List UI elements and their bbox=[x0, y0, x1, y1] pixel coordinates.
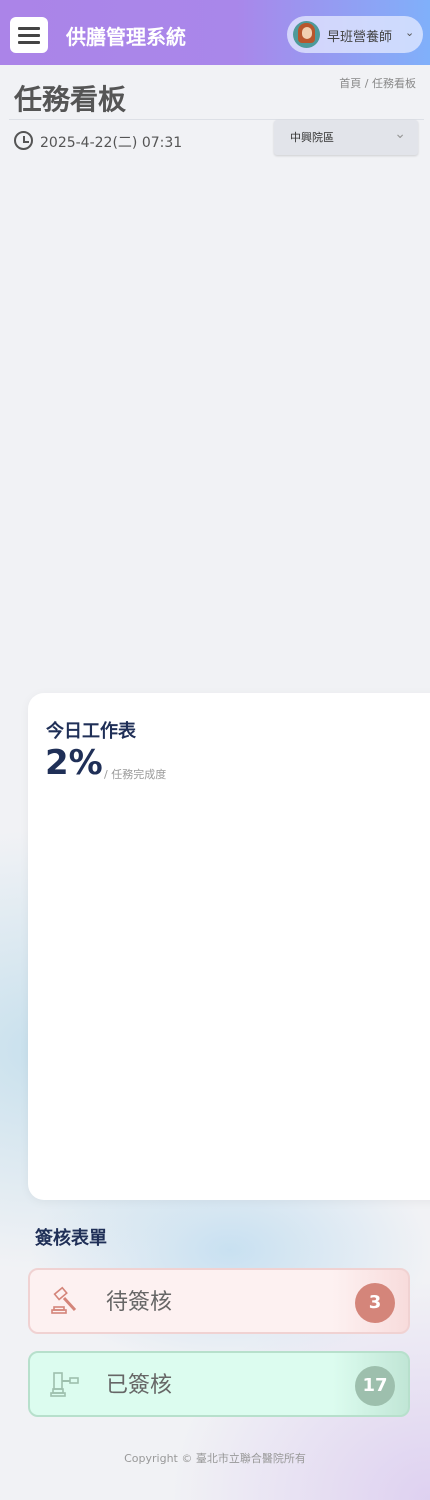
footer-copyright: Copyright © 臺北市立聯合醫院所有 bbox=[124, 1452, 306, 1465]
gavel-icon bbox=[51, 1286, 77, 1314]
pending-signoff-button[interactable]: 待簽核 3 bbox=[28, 1268, 410, 1334]
top-navbar: 供膳管理系統 早班營養師 ⌄ bbox=[0, 0, 430, 65]
menu-toggle-button[interactable] bbox=[10, 17, 48, 53]
user-menu[interactable]: 早班營養師 ⌄ bbox=[287, 16, 423, 53]
app-title: 供膳管理系統 bbox=[66, 25, 186, 49]
progress-label: / 任務完成度 bbox=[104, 768, 167, 781]
signoff-section-title: 簽核表單 bbox=[35, 1228, 107, 1249]
chevron-down-icon: ⌄ bbox=[394, 126, 406, 142]
progress-percent: 2% bbox=[45, 743, 103, 783]
gavel-icon bbox=[50, 1372, 79, 1397]
signed-signoff-button[interactable]: 已簽核 17 bbox=[28, 1351, 410, 1417]
page-title: 任務看板 bbox=[14, 83, 127, 116]
pending-count-badge: 3 bbox=[355, 1283, 395, 1323]
chevron-down-icon: ⌄ bbox=[405, 26, 415, 39]
clock-icon bbox=[14, 131, 33, 150]
avatar bbox=[293, 21, 320, 48]
campus-select[interactable]: 中興院區 ⌄ bbox=[274, 120, 418, 155]
signed-label: 已簽核 bbox=[106, 1373, 173, 1398]
breadcrumb[interactable]: 首頁 / 任務看板 bbox=[339, 75, 416, 91]
current-datetime: 2025-4-22(二) 07:31 bbox=[40, 135, 183, 151]
worksheet-card: 今日工作表 2% / 任務完成度 bbox=[28, 693, 430, 1200]
signed-count-badge: 17 bbox=[355, 1366, 395, 1406]
user-name: 早班營養師 bbox=[327, 30, 393, 45]
worksheet-title: 今日工作表 bbox=[46, 721, 136, 742]
pending-label: 待簽核 bbox=[106, 1290, 173, 1315]
campus-select-value: 中興院區 bbox=[290, 131, 334, 144]
